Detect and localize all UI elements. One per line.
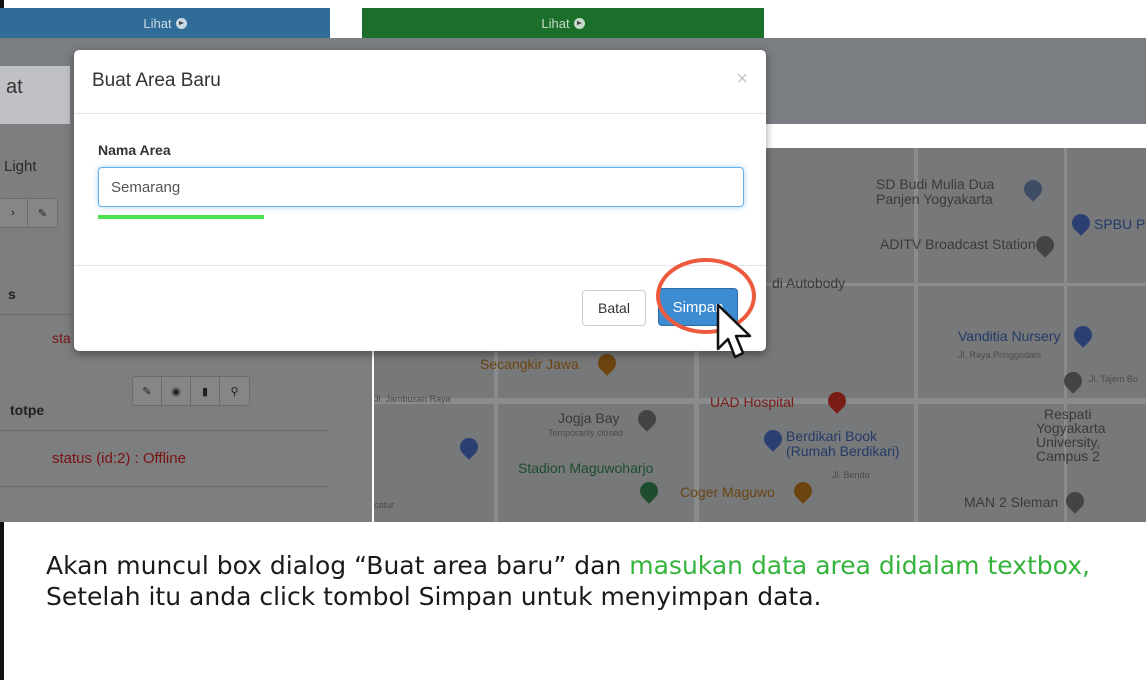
instruction-caption: Akan muncul box dialog “Buat area baru” … xyxy=(46,550,1106,612)
road xyxy=(1064,148,1067,522)
map-place-label: di Autobody xyxy=(772,275,846,291)
mouse-cursor-icon xyxy=(716,303,752,359)
map-place-label: Vanditia Nursery xyxy=(958,328,1061,344)
map-place-label: Coger Maguwo xyxy=(680,484,775,500)
dropdown-icon[interactable]: › xyxy=(0,199,28,227)
eye-icon[interactable]: ◉ xyxy=(162,377,191,405)
highlight-underline xyxy=(98,215,264,219)
app-screenshot: Lihat Lihat at Light › ✎ s sta ✎ ◉ ▮ ⚲ t… xyxy=(0,8,1146,522)
map-place-label: UAD Hospital xyxy=(710,394,795,410)
map-place-label: (Rumah Berdikari) xyxy=(786,443,900,459)
dialog-footer-divider xyxy=(74,265,766,266)
status-text: status (id:2) : Offline xyxy=(52,450,186,467)
street-label: catur xyxy=(374,500,395,510)
map-place-label: Jogja Bay xyxy=(558,410,620,426)
dialog-header: Buat Area Baru × xyxy=(74,50,766,114)
lihat-label: Lihat xyxy=(541,15,570,31)
divider xyxy=(0,430,330,431)
street-label: Jl. Bendo xyxy=(832,470,870,480)
street-label: Jl. Raya Pringgodani xyxy=(958,350,1042,360)
status-text: sta xyxy=(52,330,71,346)
map-place-sublabel: Temporarily closed xyxy=(548,428,624,438)
dialog-title: Buat Area Baru xyxy=(92,70,221,91)
map-place-label: Campus 2 xyxy=(1036,448,1100,464)
area-name: totpe xyxy=(10,402,45,418)
map-place-label: SD Budi Mulia Dua xyxy=(876,176,995,192)
arrow-circle-icon xyxy=(573,17,585,29)
divider xyxy=(0,486,330,487)
lihat-button-blue[interactable]: Lihat xyxy=(0,8,330,38)
caption-text: Akan muncul box dialog “Buat area baru” … xyxy=(46,551,630,580)
trash-icon[interactable]: ▮ xyxy=(191,377,220,405)
map-place-label: ADITV Broadcast Station xyxy=(880,236,1036,252)
map-pin-icon[interactable]: ⚲ xyxy=(220,377,249,405)
cafe-pin-icon xyxy=(594,350,620,376)
pencil-icon[interactable]: ✎ xyxy=(133,377,162,405)
map-place-label: SPBU P xyxy=(1094,216,1146,232)
arrow-circle-icon xyxy=(175,17,187,29)
street-label: Jl. Jambusan Raya xyxy=(374,394,451,404)
lihat-label: Lihat xyxy=(143,15,172,31)
book-shop-pin-icon xyxy=(760,426,786,452)
school-pin-icon xyxy=(1020,176,1046,202)
tab-label: at xyxy=(6,76,23,98)
area-name: s xyxy=(8,286,16,302)
map-place-label: Panjen Yogyakarta xyxy=(876,191,993,207)
area-name-label: Nama Area xyxy=(98,142,171,158)
close-icon[interactable]: × xyxy=(736,68,748,91)
map-place-label: Secangkir Jawa xyxy=(480,356,579,372)
hospital-pin-icon xyxy=(824,388,850,414)
caption-highlight: masukan data area didalam textbox, xyxy=(629,551,1090,580)
pencil-icon[interactable]: ✎ xyxy=(28,199,57,227)
map-place-label: MAN 2 Sleman xyxy=(964,494,1059,510)
caption-text: Setelah itu anda click tombol Simpan unt… xyxy=(46,582,822,611)
cancel-button[interactable]: Batal xyxy=(582,290,646,326)
place-pin-icon xyxy=(1032,232,1058,258)
shop-pin-icon xyxy=(1070,322,1096,348)
street-label: Jl. Tajem Bo xyxy=(1089,374,1138,384)
shop-pin-icon xyxy=(456,434,482,460)
toolbar-button-group: › ✎ xyxy=(0,198,58,228)
stadium-pin-icon xyxy=(636,478,662,504)
area-name-input[interactable] xyxy=(98,167,744,207)
cafe-pin-icon xyxy=(790,478,816,504)
row-actions: ✎ ◉ ▮ ⚲ xyxy=(132,376,250,406)
lihat-button-green[interactable]: Lihat xyxy=(362,8,764,38)
tutorial-frame: Lihat Lihat at Light › ✎ s sta ✎ ◉ ▮ ⚲ t… xyxy=(0,0,1146,680)
map-place-label: Berdikari Book xyxy=(786,428,878,444)
place-pin-icon xyxy=(634,406,660,432)
map-style-label: Light xyxy=(4,158,37,175)
map-place-label: Stadion Maguwoharjo xyxy=(518,460,654,476)
gas-station-pin-icon xyxy=(1068,210,1094,236)
